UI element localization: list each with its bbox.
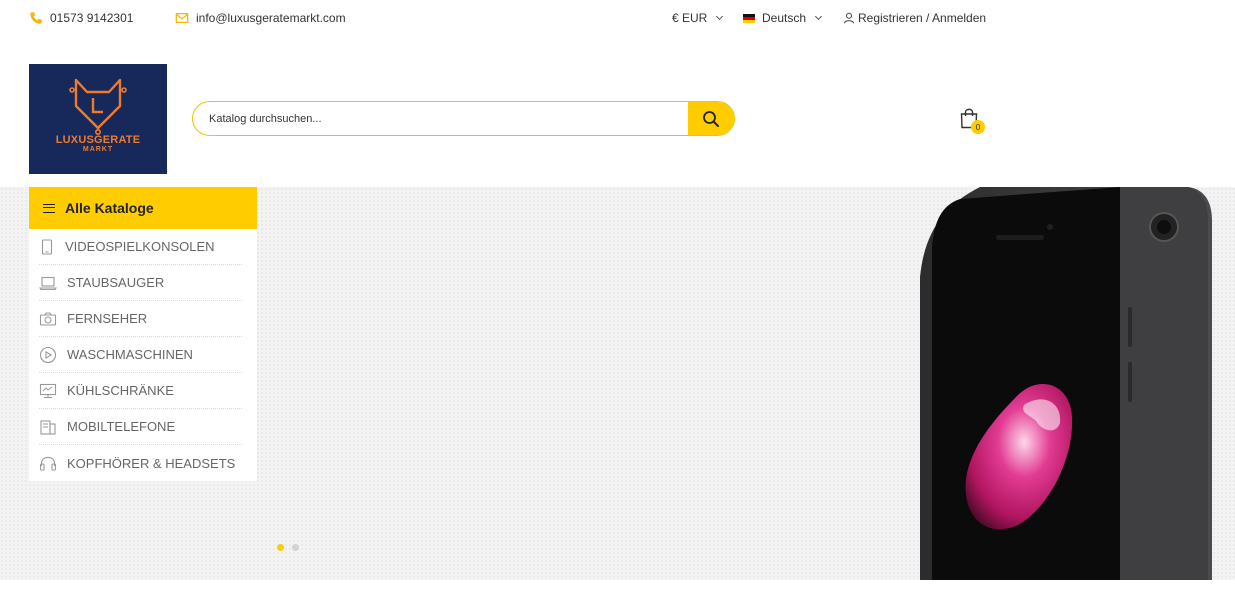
search-button[interactable] bbox=[688, 102, 734, 135]
category-item-waschmaschinen[interactable]: WASCHMASCHINEN bbox=[39, 337, 242, 373]
category-item-fernseher[interactable]: FERNSEHER bbox=[39, 301, 242, 337]
email-contact[interactable]: info@luxusgeratemarkt.com bbox=[175, 11, 346, 25]
search-icon bbox=[703, 110, 719, 127]
category-label: MOBILTELEFONE bbox=[67, 419, 176, 434]
top-bar: 01573 9142301 info@luxusgeratemarkt.com … bbox=[0, 0, 1235, 38]
monitor-icon bbox=[39, 383, 57, 398]
category-item-mobiltelefone[interactable]: MOBILTELEFONE bbox=[39, 409, 242, 445]
phone-number: 01573 9142301 bbox=[50, 11, 134, 25]
category-item-kuehlschraenke[interactable]: KÜHLSCHRÄNKE bbox=[39, 373, 242, 409]
language-label: Deutsch bbox=[762, 11, 807, 25]
tablet-icon bbox=[41, 238, 53, 255]
chevron-down-icon bbox=[716, 12, 724, 21]
category-item-staubsauger[interactable]: STAUBSAUGER bbox=[39, 265, 242, 301]
category-label: KOPFHÖRER & HEADSETS bbox=[67, 455, 236, 471]
slider-dot[interactable] bbox=[292, 544, 299, 551]
search-bar bbox=[192, 101, 735, 136]
account-label: Registrieren / Anmelden bbox=[858, 11, 987, 25]
chevron-down-icon bbox=[814, 12, 823, 21]
category-label: STAUBSAUGER bbox=[67, 275, 165, 290]
play-icon bbox=[39, 346, 57, 363]
german-flag-icon bbox=[743, 13, 755, 23]
category-item-videospielkonsolen[interactable]: VIDEOSPIELKONSOLEN bbox=[39, 229, 242, 265]
category-label: WASCHMASCHINEN bbox=[67, 347, 193, 362]
email-address: info@luxusgeratemarkt.com bbox=[196, 11, 346, 25]
account-link[interactable]: Registrieren / Anmelden bbox=[843, 11, 986, 25]
category-label: VIDEOSPIELKONSOLEN bbox=[65, 239, 215, 254]
category-menu-header[interactable]: Alle Kataloge bbox=[29, 187, 257, 229]
site-logo[interactable]: LUXUSGERATE MARKT bbox=[29, 64, 167, 174]
menu-icon bbox=[43, 203, 55, 213]
user-icon bbox=[843, 12, 855, 24]
cart-button[interactable]: 0 bbox=[959, 107, 987, 135]
cart-count-badge: 0 bbox=[971, 120, 985, 134]
smartphone-product-image bbox=[920, 187, 1212, 580]
category-menu-title: Alle Kataloge bbox=[65, 200, 154, 216]
camera-icon bbox=[39, 311, 57, 326]
currency-label: € EUR bbox=[672, 11, 708, 25]
search-input[interactable] bbox=[193, 102, 688, 135]
category-menu: Alle Kataloge VIDEOSPIELKONSOLEN STAUBSA… bbox=[29, 187, 257, 481]
category-label: FERNSEHER bbox=[67, 311, 148, 326]
headphones-icon bbox=[39, 456, 57, 471]
category-label: KÜHLSCHRÄNKE bbox=[67, 383, 174, 398]
logo-text-secondary: MARKT bbox=[82, 146, 114, 153]
slider-pagination bbox=[277, 544, 299, 551]
currency-selector[interactable]: € EUR bbox=[672, 11, 724, 25]
language-selector[interactable]: Deutsch bbox=[743, 11, 823, 25]
fox-logo-icon bbox=[69, 78, 127, 135]
slider-dot-active[interactable] bbox=[277, 544, 284, 551]
mail-icon bbox=[175, 13, 189, 23]
phone-icon bbox=[30, 12, 42, 24]
laptop-icon bbox=[39, 276, 57, 290]
category-item-kopfhoerer-headsets[interactable]: KOPFHÖRER & HEADSETS bbox=[39, 445, 242, 481]
phone-device-icon bbox=[40, 419, 56, 435]
phone-contact[interactable]: 01573 9142301 bbox=[29, 11, 133, 25]
